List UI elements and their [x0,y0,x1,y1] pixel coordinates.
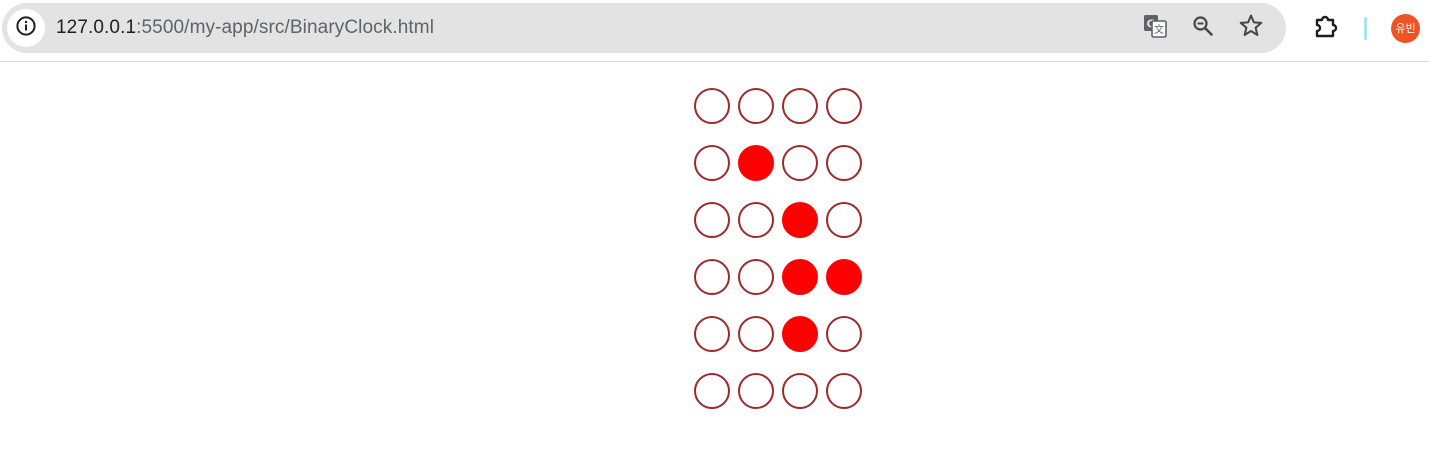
bit-off [694,202,730,238]
url-path: :5500/my-app/src/BinaryClock.html [136,17,435,38]
bit-off [782,88,818,124]
star-icon [1238,13,1264,44]
bit-off [738,259,774,295]
site-info-button[interactable] [7,9,45,47]
clock-row [694,202,862,238]
binary-clock [694,88,862,430]
bit-off [694,316,730,352]
toolbar-divider [1364,17,1367,40]
bit-off [826,145,862,181]
bit-off [694,145,730,181]
bit-on [782,259,818,295]
bit-off [694,88,730,124]
zoom-out-icon [1191,14,1215,43]
bit-off [826,202,862,238]
browser-toolbar: 127.0.0.1:5500/my-app/src/BinaryClock.ht… [0,0,1429,62]
url-text[interactable]: 127.0.0.1:5500/my-app/src/BinaryClock.ht… [56,3,434,53]
extensions-button[interactable] [1310,12,1342,44]
translate-button[interactable]: G 文 [1139,12,1171,44]
bit-on [782,202,818,238]
bit-off [738,316,774,352]
zoom-button[interactable] [1187,12,1219,44]
bit-on [826,259,862,295]
bookmark-button[interactable] [1235,12,1267,44]
bit-on [738,145,774,181]
clock-row [694,316,862,352]
url-host: 127.0.0.1 [56,17,137,38]
profile-avatar[interactable]: 유빈 [1391,14,1420,43]
profile-initials: 유빈 [1395,22,1416,35]
bit-off [738,88,774,124]
bit-off [738,373,774,409]
info-icon [15,15,37,42]
clock-row [694,373,862,409]
bit-off [738,202,774,238]
bit-off [826,373,862,409]
bit-off [782,145,818,181]
bit-off [782,373,818,409]
bit-off [694,259,730,295]
clock-row [694,88,862,124]
svg-text:文: 文 [1154,23,1164,36]
clock-row [694,259,862,295]
clock-row [694,145,862,181]
bit-off [694,373,730,409]
puzzle-icon [1312,12,1340,45]
translate-icon: G 文 [1142,13,1168,44]
bit-off [826,88,862,124]
address-bar[interactable]: 127.0.0.1:5500/my-app/src/BinaryClock.ht… [2,3,1286,53]
bit-off [826,316,862,352]
bit-on [782,316,818,352]
